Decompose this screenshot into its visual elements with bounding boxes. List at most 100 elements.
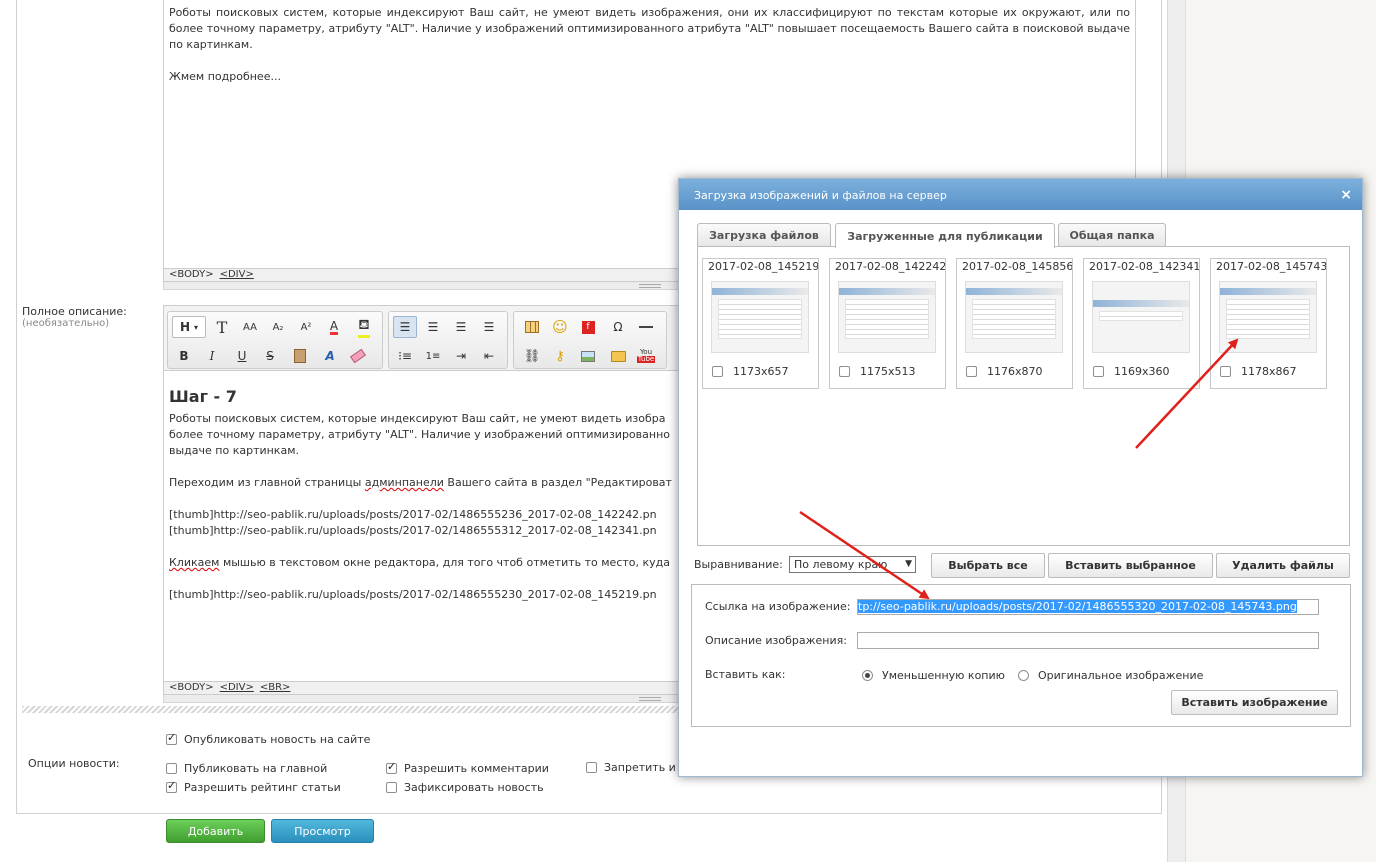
image-description-input[interactable] xyxy=(857,632,1319,649)
font-size-icon[interactable]: AA xyxy=(238,316,262,338)
insert-image-button[interactable]: Вставить изображение xyxy=(1171,690,1338,715)
radio-button[interactable] xyxy=(862,670,873,681)
indent-icon[interactable]: ⇥ xyxy=(449,345,473,367)
file-checkbox[interactable] xyxy=(966,366,977,377)
tab-upload-files[interactable]: Загрузка файлов xyxy=(697,223,831,247)
file-preview-image[interactable] xyxy=(838,281,936,353)
image-description-label: Описание изображения: xyxy=(705,634,847,647)
align-label: Выравнивание: xyxy=(694,558,783,571)
file-preview-image[interactable] xyxy=(711,281,809,353)
align-justify-icon[interactable]: ☰ xyxy=(477,316,501,338)
optional-label: (необязательно) xyxy=(22,318,110,329)
main-page-checkbox[interactable]: Публиковать на главной xyxy=(166,762,327,775)
file-thumbnail[interactable]: 2017-02-08_142341.png 1169x360 xyxy=(1083,258,1200,389)
underline-icon[interactable]: U xyxy=(230,345,254,367)
superscript-icon[interactable]: A² xyxy=(294,316,318,338)
special-char-icon[interactable]: Ω xyxy=(606,316,630,338)
allow-comments-checkbox[interactable]: Разрешить комментарии xyxy=(386,760,549,775)
file-checkbox[interactable] xyxy=(839,366,850,377)
dialog-titlebar[interactable]: Загрузка изображений и файлов на сервер … xyxy=(679,179,1362,210)
status-tag[interactable]: <BODY> xyxy=(169,269,214,280)
publish-checkbox[interactable]: Опубликовать новость на сайте xyxy=(166,731,371,746)
link-icon[interactable]: ⛓ xyxy=(520,345,544,367)
upload-dialog: Загрузка изображений и файлов на сервер … xyxy=(678,178,1363,777)
flash-icon[interactable]: f xyxy=(576,316,600,338)
strikethrough-icon[interactable]: S xyxy=(258,345,282,367)
bold-icon[interactable]: B xyxy=(172,345,196,367)
radio-thumbnail[interactable]: Уменьшенную копию xyxy=(862,669,1005,682)
tab-common-folder[interactable]: Общая папка xyxy=(1058,223,1166,247)
align-center-icon[interactable]: ☰ xyxy=(421,316,445,338)
file-name: 2017-02-08_142242.png xyxy=(835,260,945,273)
news-options-label: Опции новости: xyxy=(28,757,120,770)
radio-button[interactable] xyxy=(1018,670,1029,681)
checkbox-label: Разрешить рейтинг статьи xyxy=(184,781,341,794)
misspelled-word: админпанели xyxy=(364,476,444,489)
background-color-icon[interactable]: ⛾ xyxy=(352,316,376,338)
forbid-checkbox[interactable]: Запретить и xyxy=(586,761,676,774)
radio-label: Уменьшенную копию xyxy=(882,669,1005,682)
folder-icon[interactable] xyxy=(606,345,630,367)
image-url-label: Ссылка на изображение: xyxy=(705,600,851,613)
file-thumbnail[interactable]: 2017-02-08_142242.png 1175x513 xyxy=(829,258,946,389)
add-button[interactable]: Добавить xyxy=(166,819,265,843)
checkbox-box[interactable] xyxy=(386,782,397,793)
select-all-button[interactable]: Выбрать все xyxy=(931,553,1045,578)
file-checkbox[interactable] xyxy=(712,366,723,377)
bullet-list-icon[interactable]: ⁝≡ xyxy=(393,345,417,367)
numbered-list-icon[interactable]: 1≡ xyxy=(421,345,445,367)
italic-icon[interactable]: I xyxy=(200,345,224,367)
heading-dropdown[interactable]: H ▾ xyxy=(172,316,206,338)
file-preview-image[interactable] xyxy=(1092,281,1190,353)
align-select[interactable]: По левому краю ▼ xyxy=(789,556,916,573)
status-tag[interactable]: <BR> xyxy=(260,682,291,693)
file-checkbox[interactable] xyxy=(1220,366,1231,377)
fix-news-checkbox[interactable]: Зафиксировать новость xyxy=(386,781,544,794)
align-left-icon[interactable]: ☰ xyxy=(393,316,417,338)
text-span: Переходим из главной страницы xyxy=(169,476,365,489)
font-family-icon[interactable]: T xyxy=(210,316,234,338)
close-icon[interactable]: × xyxy=(1340,179,1352,212)
status-tag[interactable]: <DIV> xyxy=(220,682,254,693)
paste-icon[interactable] xyxy=(288,345,312,367)
eraser-icon[interactable] xyxy=(346,345,370,367)
delete-files-button[interactable]: Удалить файлы xyxy=(1216,553,1350,578)
preview-button[interactable]: Просмотр xyxy=(271,819,374,843)
file-thumbnail[interactable]: 2017-02-08_145219.png 1173x657 xyxy=(702,258,819,389)
checkbox-box[interactable] xyxy=(166,731,177,745)
subscript-icon[interactable]: A₂ xyxy=(266,316,290,338)
file-name: 2017-02-08_142341.png xyxy=(1089,260,1199,273)
checkbox-box[interactable] xyxy=(586,762,597,773)
file-size: 1173x657 xyxy=(733,365,789,378)
smiley-icon[interactable]: ☺ xyxy=(548,316,572,338)
status-tag[interactable]: <DIV> xyxy=(220,269,254,280)
text-color-icon[interactable]: A xyxy=(322,316,346,338)
checkbox-box[interactable] xyxy=(166,779,177,793)
allow-rating-checkbox[interactable]: Разрешить рейтинг статьи xyxy=(166,779,341,794)
insert-as-label: Вставить как: xyxy=(705,668,786,681)
tab-uploaded-for-publication[interactable]: Загруженные для публикации xyxy=(835,223,1055,248)
status-tag[interactable]: <BODY> xyxy=(169,682,214,693)
checkbox-box[interactable] xyxy=(386,760,397,774)
insert-selected-button[interactable]: Вставить выбранное xyxy=(1048,553,1213,578)
table-icon[interactable] xyxy=(520,316,544,338)
checkbox-label: Публиковать на главной xyxy=(184,762,328,775)
file-thumbnail[interactable]: 2017-02-08_145856.png 1176x870 xyxy=(956,258,1073,389)
file-preview-image[interactable] xyxy=(965,281,1063,353)
file-checkbox[interactable] xyxy=(1093,366,1104,377)
file-preview-image[interactable] xyxy=(1219,281,1317,353)
checkbox-label: Опубликовать новость на сайте xyxy=(184,733,371,746)
format-icon[interactable]: A xyxy=(318,345,342,367)
horizontal-rule-icon[interactable] xyxy=(634,316,658,338)
image-icon[interactable] xyxy=(576,345,600,367)
unlink-icon[interactable]: ⚷ xyxy=(548,345,572,367)
checkbox-box[interactable] xyxy=(166,763,177,774)
file-thumbnail[interactable]: 2017-02-08_145743.png 1178x867 xyxy=(1210,258,1327,389)
radio-original[interactable]: Оригинальное изображение xyxy=(1018,669,1203,682)
file-select: 1175x513 xyxy=(839,365,916,378)
outdent-icon[interactable]: ⇤ xyxy=(477,345,501,367)
image-url-input[interactable]: tp://seo-pablik.ru/uploads/posts/2017-02… xyxy=(857,599,1319,615)
youtube-icon[interactable]: You Tube xyxy=(634,345,658,367)
editor-paragraph: Роботы поисковых систем, которые индекси… xyxy=(169,6,1130,51)
align-right-icon[interactable]: ☰ xyxy=(449,316,473,338)
